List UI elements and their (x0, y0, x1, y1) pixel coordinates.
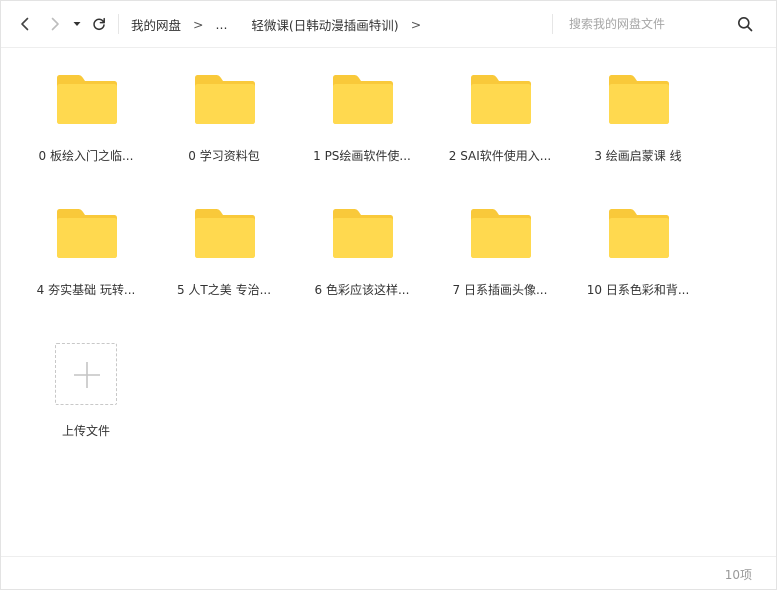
folder-name: 4 夯实基础 玩转... (36, 283, 136, 297)
folder-item[interactable]: 2 SAI软件使用入... (432, 61, 568, 179)
breadcrumb-separator: > (193, 16, 204, 32)
folder-name: 7 日系插画头像... (452, 283, 548, 297)
search-box (553, 11, 763, 37)
chevron-left-icon (21, 17, 29, 31)
search-icon[interactable] (737, 16, 753, 32)
folder-item[interactable]: 0 学习资料包 (156, 61, 292, 179)
folder-name: 10 日系色彩和背... (586, 283, 690, 297)
folder-item[interactable]: 6 色彩应该这样... (294, 195, 430, 313)
folder-icon (609, 209, 669, 258)
folder-name: 0 板绘入门之临... (38, 149, 134, 163)
toolbar: 我的网盘 > ... 轻微课(日韩动漫插画特训) > (1, 1, 776, 48)
folder-icon (333, 75, 393, 124)
forward-button[interactable] (45, 14, 65, 34)
caret-down-icon (73, 22, 81, 26)
folder-icon (57, 75, 117, 124)
folder-item[interactable]: 10 日系色彩和背... (570, 195, 706, 313)
folder-icon (471, 209, 531, 258)
folder-icon (57, 209, 117, 258)
chevron-right-icon (51, 17, 59, 31)
toolbar-divider (118, 14, 119, 34)
upload-label: 上传文件 (61, 424, 110, 438)
refresh-button[interactable] (89, 14, 109, 34)
upload-file-button[interactable]: 上传文件 (18, 331, 154, 449)
breadcrumb-ellipsis[interactable]: ... (216, 17, 228, 32)
upload-dropzone[interactable] (55, 343, 117, 405)
refresh-icon (93, 17, 105, 31)
folder-icon (471, 75, 531, 124)
breadcrumb-root[interactable]: 我的网盘 (131, 15, 181, 34)
folder-name: 1 PS绘画软件使... (313, 149, 411, 163)
folder-name: 3 绘画启蒙课 线 (594, 149, 682, 163)
folder-item[interactable]: 0 板绘入门之临... (18, 61, 154, 179)
folder-item[interactable]: 4 夯实基础 玩转... (18, 195, 154, 313)
folder-name: 6 色彩应该这样... (314, 283, 410, 297)
folder-item[interactable]: 5 人T之美 专治... (156, 195, 292, 313)
history-dropdown-button[interactable] (69, 14, 85, 34)
folder-icon (333, 209, 393, 258)
folder-item[interactable]: 1 PS绘画软件使... (294, 61, 430, 179)
folder-item[interactable]: 7 日系插画头像... (432, 195, 568, 313)
folder-icon (609, 75, 669, 124)
folder-name: 0 学习资料包 (188, 149, 260, 163)
folder-icon (195, 209, 255, 258)
folder-name: 5 人T之美 专治... (176, 283, 272, 297)
folder-icon (195, 75, 255, 124)
item-count: 10项 (724, 568, 752, 582)
back-button[interactable] (15, 14, 35, 34)
folder-item[interactable]: 3 绘画启蒙课 线 (570, 61, 706, 179)
breadcrumb: 我的网盘 > ... 轻微课(日韩动漫插画特训) > (131, 15, 433, 33)
breadcrumb-current: 轻微课(日韩动漫插画特训) (251, 17, 399, 33)
status-bar: 10项 (1, 556, 776, 590)
folder-name: 2 SAI软件使用入... (448, 149, 552, 163)
breadcrumb-separator: > (410, 16, 422, 32)
search-input[interactable] (569, 13, 729, 35)
plus-icon (74, 362, 100, 388)
file-browser-window: 我的网盘 > ... 轻微课(日韩动漫插画特训) > 0 板绘入门之临... 0… (0, 0, 777, 590)
